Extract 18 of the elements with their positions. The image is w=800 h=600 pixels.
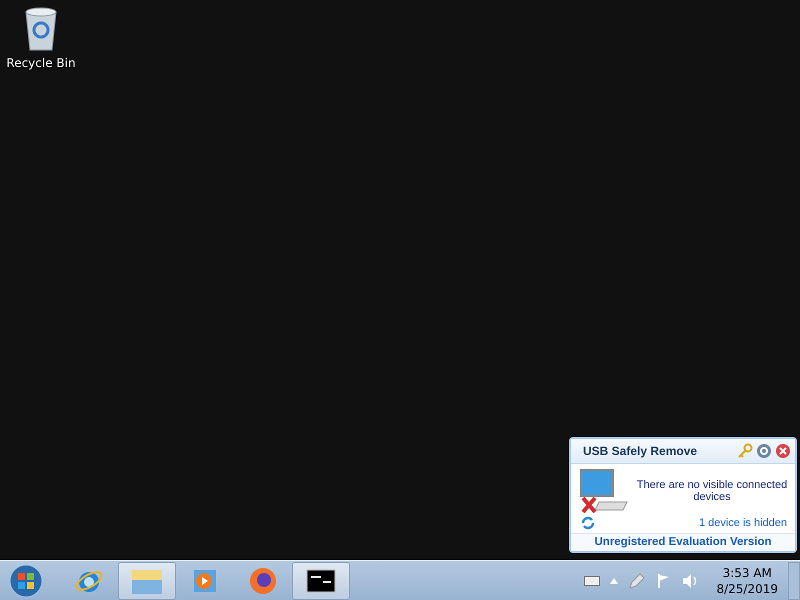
close-icon[interactable] [775, 443, 791, 459]
computer-error-icon [579, 468, 629, 514]
hidden-devices-link[interactable]: 1 device is hidden [698, 517, 787, 529]
key-icon[interactable] [737, 443, 753, 459]
taskbar-button[interactable] [292, 562, 350, 600]
terminal-icon [306, 568, 336, 592]
pen-icon[interactable] [628, 572, 646, 590]
refresh-icon[interactable] [581, 516, 595, 530]
keyboard-icon[interactable] [584, 576, 600, 586]
up-arrow-icon[interactable] [610, 578, 618, 584]
registration-notice[interactable]: Unregistered Evaluation Version [571, 533, 795, 551]
clock[interactable]: 3:53 AM 8/25/2019 [716, 564, 778, 596]
desktop-icon-label[interactable]: Recycle Bin [6, 56, 76, 70]
recycle-bin-icon[interactable] [23, 6, 59, 52]
status-message: There are no visible connected devices [636, 479, 788, 503]
settings-icon[interactable] [756, 443, 772, 459]
popup-title: USB Safely Remove [583, 444, 698, 458]
start-button[interactable] [8, 562, 44, 598]
